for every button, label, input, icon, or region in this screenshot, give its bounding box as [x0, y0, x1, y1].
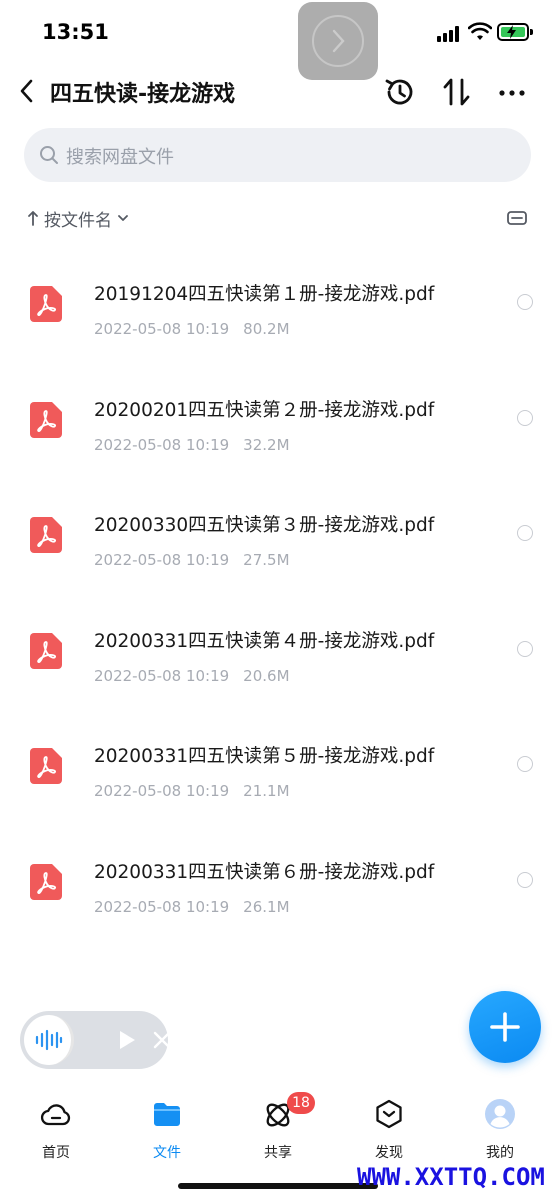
- file-row[interactable]: 20200201四五快读第２册-接龙游戏.pdf 2022-05-08 10:1…: [0, 348, 555, 464]
- view-mode-icon[interactable]: [506, 208, 528, 228]
- bottom-tab-bar: 首页 文件 18 共享 发现 我的: [0, 1086, 555, 1166]
- status-time: 13:51: [42, 20, 109, 44]
- tab-label: 我的: [486, 1145, 514, 1161]
- tab-share[interactable]: 18 共享: [233, 1092, 323, 1161]
- file-name: 20200201四五快读第２册-接龙游戏.pdf: [94, 399, 435, 421]
- pdf-file-icon: [30, 401, 62, 438]
- tab-label: 发现: [375, 1145, 403, 1161]
- header: 四五快读-接龙游戏: [0, 66, 555, 118]
- file-size: 26.1M: [243, 897, 290, 916]
- file-row[interactable]: 20200331四五快读第６册-接龙游戏.pdf 2022-05-08 10:1…: [0, 810, 555, 926]
- play-icon[interactable]: [114, 1028, 138, 1052]
- file-meta: 2022-05-08 10:19 21.1M: [94, 782, 290, 800]
- file-row[interactable]: 20200331四五快读第５册-接龙游戏.pdf 2022-05-08 10:1…: [0, 694, 555, 810]
- add-button[interactable]: [469, 991, 541, 1063]
- home-indicator: [178, 1183, 378, 1189]
- file-size: 32.2M: [243, 435, 290, 454]
- file-row[interactable]: 20200331四五快读第４册-接龙游戏.pdf 2022-05-08 10:1…: [0, 579, 555, 695]
- select-checkbox[interactable]: [517, 756, 533, 773]
- file-size: 27.5M: [243, 551, 290, 570]
- search-bar[interactable]: 搜索网盘文件: [24, 128, 531, 182]
- file-size: 21.1M: [243, 782, 290, 801]
- history-icon[interactable]: [383, 75, 417, 109]
- file-list: 20191204四五快读第１册-接龙游戏.pdf 2022-05-08 10:1…: [0, 232, 555, 926]
- pdf-file-icon: [30, 286, 62, 322]
- file-meta: 2022-05-08 10:19 20.6M: [94, 667, 290, 685]
- file-date: 2022-05-08 10:19: [94, 320, 230, 338]
- file-date: 2022-05-08 10:19: [94, 897, 230, 916]
- file-row[interactable]: 20191204四五快读第１册-接龙游戏.pdf 2022-05-08 10:1…: [0, 232, 555, 348]
- tab-label: 首页: [42, 1145, 70, 1161]
- wifi-icon: [468, 22, 492, 40]
- chevron-down-icon: [118, 215, 128, 221]
- audio-wave-button[interactable]: [24, 1015, 74, 1065]
- select-checkbox[interactable]: [517, 294, 533, 310]
- back-arrow-icon[interactable]: [14, 76, 44, 106]
- tab-files[interactable]: 文件: [122, 1096, 212, 1161]
- sort-arrows-icon[interactable]: [440, 75, 474, 109]
- file-size: 20.6M: [243, 666, 290, 685]
- file-date: 2022-05-08 10:19: [94, 782, 230, 801]
- pdf-file-icon: [30, 632, 62, 669]
- file-name: 20200331四五快读第５册-接龙游戏.pdf: [94, 746, 435, 768]
- discover-box-icon: [376, 1099, 402, 1129]
- select-checkbox[interactable]: [517, 409, 533, 426]
- file-meta: 2022-05-08 10:19 80.2M: [94, 320, 290, 338]
- file-name: 20200331四五快读第４册-接龙游戏.pdf: [94, 630, 435, 652]
- pdf-file-icon: [30, 748, 62, 785]
- file-row[interactable]: 20200330四五快读第３册-接龙游戏.pdf 2022-05-08 10:1…: [0, 463, 555, 579]
- tab-profile[interactable]: 我的: [455, 1096, 545, 1161]
- file-size: 80.2M: [243, 320, 290, 338]
- file-date: 2022-05-08 10:19: [94, 551, 230, 570]
- more-icon[interactable]: [496, 75, 530, 109]
- file-meta: 2022-05-08 10:19 27.5M: [94, 551, 290, 569]
- avatar-icon: [485, 1099, 515, 1129]
- plus-icon: [490, 1012, 520, 1042]
- arrow-up-icon: [28, 211, 38, 226]
- page-title: 四五快读-接龙游戏: [50, 82, 236, 107]
- audio-wave-icon: [35, 1029, 63, 1051]
- audio-mini-player[interactable]: [20, 1011, 171, 1069]
- tab-label: 共享: [264, 1145, 292, 1161]
- file-name: 20191204四五快读第１册-接龙游戏.pdf: [94, 284, 435, 305]
- chevron-right-icon: [332, 29, 345, 53]
- pdf-file-icon: [30, 517, 62, 554]
- select-checkbox[interactable]: [517, 871, 533, 888]
- tab-home[interactable]: 首页: [11, 1096, 101, 1161]
- search-placeholder: 搜索网盘文件: [66, 147, 174, 168]
- notification-badge: 18: [287, 1092, 315, 1114]
- search-icon: [40, 146, 58, 164]
- tab-discover[interactable]: 发现: [344, 1096, 434, 1161]
- file-name: 20200331四五快读第６册-接龙游戏.pdf: [94, 861, 435, 883]
- sort-selector[interactable]: 按文件名: [26, 206, 130, 231]
- select-checkbox[interactable]: [517, 525, 533, 542]
- status-bar: 13:51: [0, 0, 555, 66]
- file-name: 20200330四五快读第３册-接龙游戏.pdf: [94, 515, 435, 537]
- sort-label: 按文件名: [44, 210, 112, 231]
- file-date: 2022-05-08 10:19: [94, 666, 230, 685]
- file-date: 2022-05-08 10:19: [94, 435, 230, 454]
- file-meta: 2022-05-08 10:19 26.1M: [94, 898, 290, 916]
- battery-icon: [497, 23, 533, 41]
- folder-icon: [154, 1103, 180, 1126]
- close-icon[interactable]: [151, 1029, 173, 1051]
- pdf-file-icon: [30, 863, 62, 900]
- watermark: WWW.XXTTQ.COM: [357, 1163, 545, 1191]
- tab-label: 文件: [153, 1145, 181, 1161]
- select-checkbox[interactable]: [517, 640, 533, 657]
- file-meta: 2022-05-08 10:19 32.2M: [94, 436, 290, 454]
- cloud-icon: [40, 1104, 71, 1126]
- signal-icon: [437, 26, 461, 42]
